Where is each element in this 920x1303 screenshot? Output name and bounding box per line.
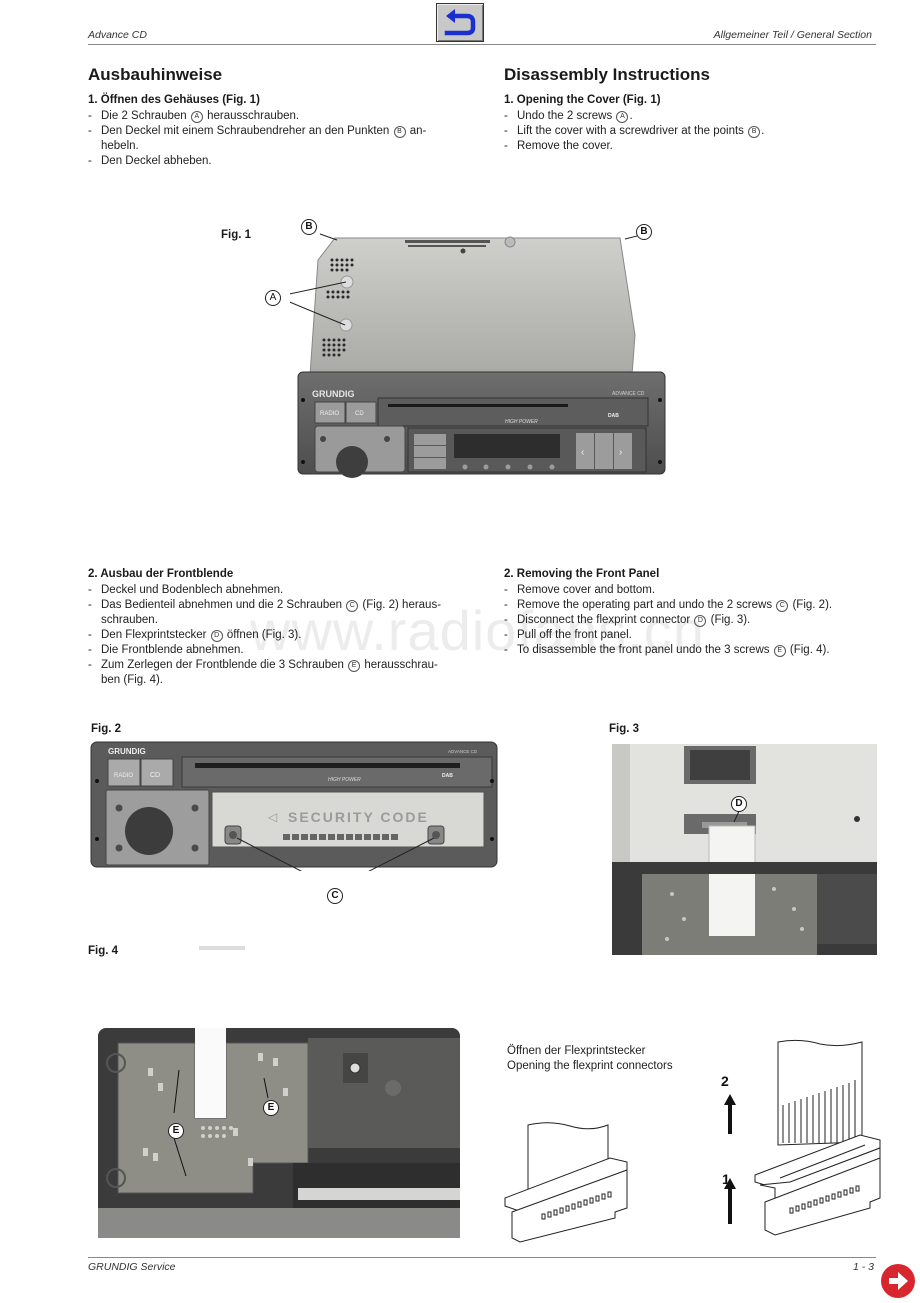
svg-text:›: › [619, 447, 622, 458]
marker-b: B [393, 126, 406, 138]
fig1-photo-car-radio: GRUNDIG ADVANCE CD RADIO CD HIGH POWER D… [290, 230, 670, 480]
fig3-label: Fig. 3 [609, 723, 640, 735]
header-rule [88, 44, 876, 45]
step-item: Disconnect the flexprint connector D (Fi… [504, 613, 894, 628]
fig2-photo-front-panel: GRUNDIG ADVANCE CD RADIO CD HIGH POWER D… [90, 741, 500, 871]
step-item: Pull off the front panel. [504, 628, 894, 643]
header-section-name: Allgemeiner Teil / General Section [713, 29, 872, 41]
step-item: Zum Zerlegen der Frontblende die 3 Schra… [88, 658, 464, 688]
next-page-button[interactable] [881, 1264, 915, 1298]
connector-open [754, 1134, 881, 1236]
step-item: Deckel und Bodenblech abnehmen. [88, 583, 464, 598]
step-item: To disassemble the front panel undo the … [504, 643, 894, 658]
fig2-model: ADVANCE CD [448, 749, 478, 754]
fig2-panel-text-dab: DAB [442, 773, 453, 779]
fig2-callout-c: C [327, 888, 343, 904]
fig4-callout-e-right: E [263, 1100, 279, 1116]
fig1-callout-b-right: B [636, 224, 652, 240]
fig1-brand: GRUNDIG [312, 389, 355, 399]
fig2-cd-button-label: CD [150, 772, 160, 779]
fig2-label: Fig. 2 [91, 723, 122, 735]
svg-text:◁: ◁ [268, 810, 278, 824]
step-item: Den Deckel mit einem Schraubendreher an … [88, 124, 464, 154]
svg-text:‹: ‹ [581, 447, 584, 458]
step-item: Die 2 Schrauben A herausschrauben. [88, 109, 464, 124]
step-item: Den Deckel abheben. [88, 154, 464, 169]
step-1-label: 1 [722, 1171, 730, 1187]
section2-heading-english: 2. Removing the Front Panel [504, 568, 660, 580]
marker-c: C [776, 600, 789, 612]
fig1-illustration: GRUNDIG ADVANCE CD RADIO CD HIGH POWER D… [290, 233, 666, 478]
fig3-photo-flexprint-connector [612, 744, 877, 955]
fig2-radio-button-label: RADIO [114, 773, 133, 779]
header-product-name: Advance CD [88, 29, 147, 41]
step-item: Den Flexprintstecker D öffnen (Fig. 3). [88, 628, 464, 643]
step-item: Die Frontblende abnehmen. [88, 643, 464, 658]
connector-closed [504, 1122, 628, 1243]
section1-heading-german: 1. Öffnen des Gehäuses (Fig. 1) [88, 94, 260, 106]
footer-brand: GRUNDIG Service [88, 1261, 176, 1273]
fig1-label: Fig. 1 [221, 229, 252, 241]
fig1-panel-text-dab: DAB [608, 413, 619, 419]
fig1-model: ADVANCE CD [612, 391, 645, 397]
arrow-up-icon [724, 1094, 736, 1224]
title-english: Disassembly Instructions [504, 65, 710, 84]
marker-c: C [346, 600, 359, 612]
section1-steps-english: Undo the 2 screws A. Lift the cover with… [504, 109, 884, 154]
section2-steps-german: Deckel und Bodenblech abnehmen. Das Bedi… [88, 583, 464, 688]
section1-heading-english: 1. Opening the Cover (Fig. 1) [504, 94, 661, 106]
marker-d: D [210, 630, 223, 642]
marker-b: B [748, 126, 761, 138]
title-german: Ausbauhinweise [88, 65, 223, 84]
step-item: Undo the 2 screws A. [504, 109, 884, 124]
fig2-brand: GRUNDIG [108, 747, 146, 756]
step-item: Das Bedienteil abnehmen und die 2 Schrau… [88, 598, 464, 628]
fig1-callout-b-left: B [301, 219, 317, 235]
step-2-label: 2 [721, 1073, 729, 1089]
marker-a: A [190, 111, 203, 123]
step-item: Remove the cover. [504, 139, 884, 154]
fig1-callout-a: A [265, 290, 281, 306]
step-item: Remove cover and bottom. [504, 583, 894, 598]
fig1-cd-button-label: CD [355, 411, 364, 417]
section2-steps-english: Remove cover and bottom. Remove the oper… [504, 583, 894, 658]
fig4-label: Fig. 4 [88, 945, 119, 957]
fig1-panel-text-highpower: HIGH POWER [505, 419, 538, 425]
fig2-security-code-text: SECURITY CODE [288, 809, 429, 825]
fig1-radio-button-label: RADIO [320, 411, 339, 417]
section1-steps-german: Die 2 Schrauben A herausschrauben. Den D… [88, 109, 464, 169]
back-button[interactable] [436, 3, 484, 42]
marker-e: E [773, 645, 786, 657]
section2-heading-german: 2. Ausbau der Frontblende [88, 568, 234, 580]
fig4-faint-mark [199, 946, 245, 950]
marker-a: A [616, 111, 629, 123]
marker-e: E [348, 660, 361, 672]
page-number: 1 - 3 [852, 1261, 874, 1273]
back-arrow-icon [444, 9, 476, 36]
fig2-panel-text-highpower: HIGH POWER [328, 777, 361, 783]
connector-diagram [500, 1030, 900, 1245]
step-item: Lift the cover with a screwdriver at the… [504, 124, 884, 139]
flexprint-ribbon [777, 1039, 863, 1146]
footer-rule [88, 1257, 876, 1258]
fig3-callout-d: D [731, 796, 747, 812]
fig4-photo-front-panel-pcb [98, 1028, 460, 1238]
next-arrow-icon [889, 1272, 908, 1290]
marker-d: D [694, 615, 707, 627]
step-item: Remove the operating part and undo the 2… [504, 598, 894, 613]
fig4-callout-e-left: E [168, 1123, 184, 1139]
